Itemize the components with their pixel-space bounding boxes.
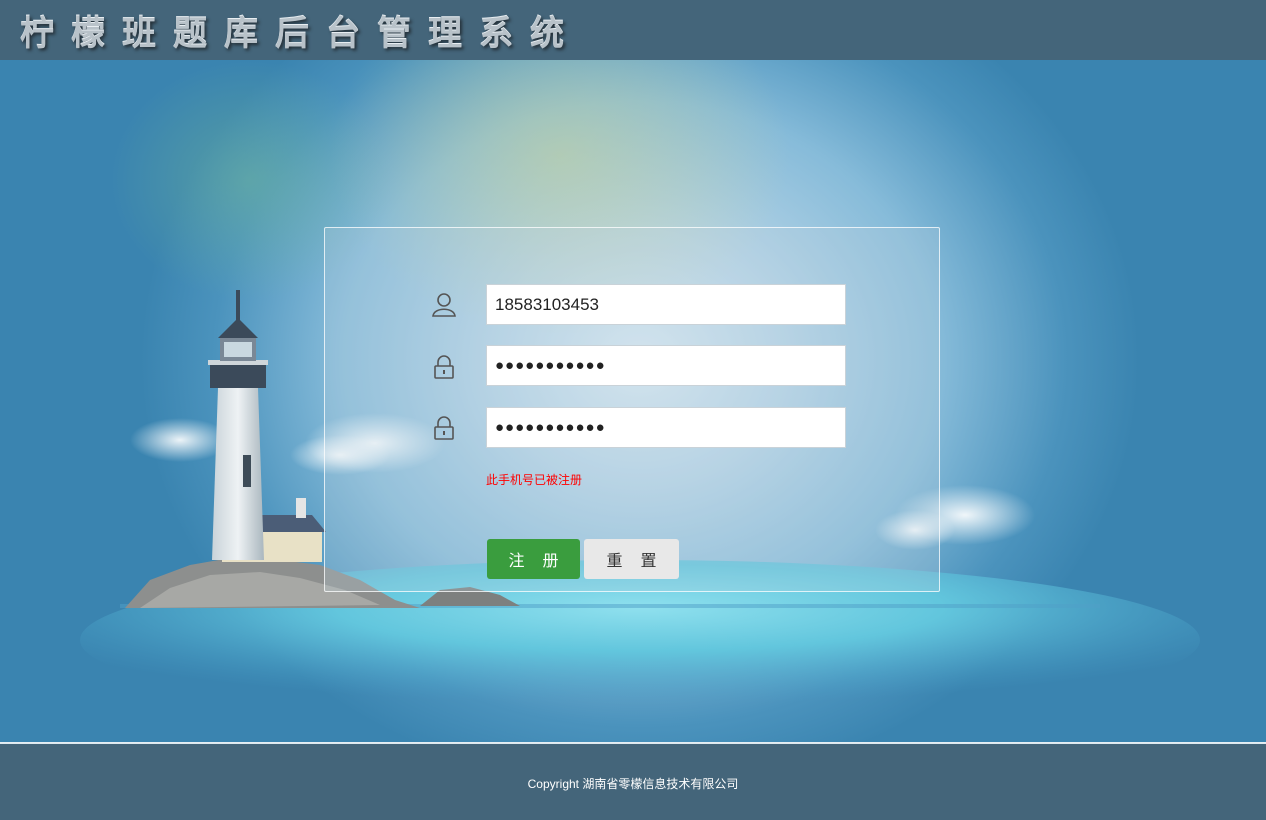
app-title: 柠檬班题库后台管理系统 <box>20 14 581 54</box>
reset-button[interactable]: 重置 <box>584 539 679 579</box>
lock-icon <box>434 355 454 379</box>
footer-bar: Copyright 湖南省零檬信息技术有限公司 <box>0 743 1266 820</box>
lock-icon <box>434 416 454 440</box>
confirm-password-input[interactable] <box>486 407 846 448</box>
register-button[interactable]: 注册 <box>487 539 580 579</box>
copyright-text: Copyright 湖南省零檬信息技术有限公司 <box>527 777 739 791</box>
error-message: 此手机号已被注册 <box>486 473 583 487</box>
register-panel: 此手机号已被注册 注册 重置 <box>324 227 940 592</box>
login-page: 柠檬班题库后台管理系统 18583103453 ●●●●●●●●●●● ●●●●… <box>0 0 1266 820</box>
header-bar: 柠檬班题库后台管理系统 <box>0 0 1266 60</box>
password-input[interactable] <box>486 345 846 386</box>
user-icon <box>432 293 456 317</box>
phone-input[interactable] <box>486 284 846 325</box>
